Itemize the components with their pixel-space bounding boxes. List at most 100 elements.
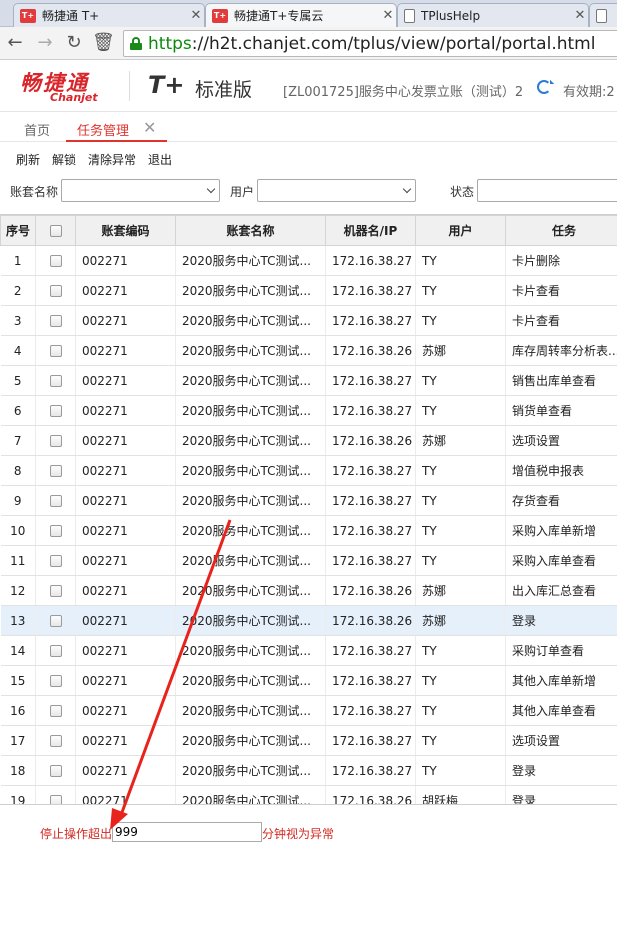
row-index-cell: 18 [0, 755, 36, 786]
checkbox[interactable] [49, 285, 62, 297]
user-cell: TY [415, 485, 506, 516]
row-checkbox-cell[interactable] [35, 575, 76, 606]
table-row[interactable]: 18 002271 2020服务中心TC测试... 172.16.38.27 TY 登录 [0, 755, 617, 786]
row-checkbox-cell[interactable] [35, 395, 76, 426]
trash-icon[interactable]: 🗑 [92, 32, 115, 54]
table-row[interactable]: 1 002271 2020服务中心TC测试... 172.16.38.27 TY 卡片删除 [0, 245, 617, 276]
table-row[interactable]: 5 002271 2020服务中心TC测试... 172.16.38.27 TY 销售出库… [0, 365, 617, 396]
table-row[interactable]: 13 002271 2020服务中心TC测试... 172.16.38.26 苏娜 登录 [0, 605, 617, 636]
row-checkbox-cell[interactable] [35, 605, 76, 636]
table-row[interactable]: 12 002271 2020服务中心TC测试... 172.16.38.26 苏娜 出入库… [0, 575, 617, 606]
exit-link[interactable]: 退出 [148, 151, 172, 168]
user-select[interactable] [257, 179, 416, 202]
table-row[interactable]: 10 002271 2020服务中心TC测试... 172.16.38.27 TY 采购入… [0, 515, 617, 546]
tab-task-management[interactable]: 任务管理 [77, 120, 129, 139]
checkbox[interactable] [49, 405, 62, 417]
table-row[interactable]: 15 002271 2020服务中心TC测试... 172.16.38.27 TY 其他入… [0, 665, 617, 696]
status-select[interactable] [477, 179, 617, 202]
table-row[interactable]: 14 002271 2020服务中心TC测试... 172.16.38.27 TY 采购订… [0, 635, 617, 666]
checkbox[interactable] [49, 735, 62, 747]
column-header-index[interactable]: 序号 [0, 215, 36, 246]
table-row[interactable]: 2 002271 2020服务中心TC测试... 172.16.38.27 TY 卡片查看 [0, 275, 617, 306]
checkbox[interactable] [49, 315, 62, 327]
reload-icon[interactable]: ↻ [63, 32, 85, 54]
table-row[interactable]: 7 002271 2020服务中心TC测试... 172.16.38.26 苏娜 选项设置 [0, 425, 617, 456]
row-checkbox-cell[interactable] [35, 785, 76, 804]
table-row[interactable]: 17 002271 2020服务中心TC测试... 172.16.38.27 TY 选项设… [0, 725, 617, 756]
row-checkbox-cell[interactable] [35, 725, 76, 756]
refresh-link[interactable]: 刷新 [16, 151, 40, 168]
unlock-link[interactable]: 解锁 [52, 151, 76, 168]
row-checkbox-cell[interactable] [35, 275, 76, 306]
checkbox[interactable] [49, 585, 62, 597]
forward-arrow-icon[interactable]: → [34, 32, 56, 54]
timeout-minutes-input[interactable] [112, 822, 262, 842]
checkbox[interactable] [49, 345, 62, 357]
browser-tab-3[interactable]: TPlusHelp ✕ [397, 3, 589, 27]
column-header-task[interactable]: 任务 [505, 215, 617, 246]
row-checkbox-cell[interactable] [35, 425, 76, 456]
row-checkbox-cell[interactable] [35, 305, 76, 336]
row-checkbox-cell[interactable] [35, 365, 76, 396]
browser-tab-4[interactable] [589, 3, 617, 27]
close-icon[interactable]: ✕ [572, 8, 588, 23]
account-code-cell: 002271 [75, 515, 176, 546]
column-header-account-code[interactable]: 账套编码 [75, 215, 176, 246]
address-bar[interactable]: https://h2t.chanjet.com/tplus/view/porta… [123, 30, 617, 57]
row-checkbox-cell[interactable] [35, 485, 76, 516]
checkbox[interactable] [49, 795, 62, 804]
checkbox[interactable] [49, 555, 62, 567]
checkbox[interactable] [49, 375, 62, 387]
checkbox[interactable] [49, 615, 62, 627]
browser-tab-2[interactable]: T+ 畅捷通T+专属云 ✕ [205, 3, 397, 27]
account-name-select[interactable] [61, 179, 220, 202]
back-arrow-icon[interactable]: ← [4, 32, 26, 54]
row-checkbox-cell[interactable] [35, 755, 76, 786]
row-checkbox-cell[interactable] [35, 545, 76, 576]
checkbox[interactable] [49, 435, 62, 447]
close-icon[interactable]: ✕ [143, 118, 156, 137]
table-row[interactable]: 4 002271 2020服务中心TC测试... 172.16.38.26 苏娜 库存周转… [0, 335, 617, 366]
clear-exception-link[interactable]: 清除异常 [88, 151, 136, 168]
checkbox[interactable] [49, 465, 62, 477]
task-cell: 存货查看 [505, 485, 617, 516]
row-checkbox-cell[interactable] [35, 515, 76, 546]
browser-tab-1[interactable]: T+ 畅捷通 T+ ✕ [13, 3, 205, 27]
row-checkbox-cell[interactable] [35, 665, 76, 696]
refresh-icon[interactable] [537, 80, 551, 94]
machine-ip-cell: 172.16.38.27 [325, 545, 416, 576]
table-row[interactable]: 6 002271 2020服务中心TC测试... 172.16.38.27 TY 销货单查… [0, 395, 617, 426]
table-row[interactable]: 9 002271 2020服务中心TC测试... 172.16.38.27 TY 存货查看 [0, 485, 617, 516]
table-row[interactable]: 8 002271 2020服务中心TC测试... 172.16.38.27 TY 增值税申… [0, 455, 617, 486]
column-header-account-name[interactable]: 账套名称 [175, 215, 326, 246]
row-checkbox-cell[interactable] [35, 455, 76, 486]
row-checkbox-cell[interactable] [35, 695, 76, 726]
account-name-cell: 2020服务中心TC测试... [175, 575, 326, 606]
chevron-down-icon [206, 184, 216, 194]
table-row[interactable]: 3 002271 2020服务中心TC测试... 172.16.38.27 TY 卡片查看 [0, 305, 617, 336]
checkbox[interactable] [49, 645, 62, 657]
row-checkbox-cell[interactable] [35, 245, 76, 276]
checkbox[interactable] [49, 705, 62, 717]
column-header-machine-ip[interactable]: 机器名/IP [325, 215, 416, 246]
close-icon[interactable]: ✕ [188, 8, 204, 23]
checkbox[interactable] [49, 225, 62, 237]
table-row[interactable]: 11 002271 2020服务中心TC测试... 172.16.38.27 TY 采购入… [0, 545, 617, 576]
column-header-select-all[interactable] [35, 215, 76, 246]
tab-home[interactable]: 首页 [24, 120, 50, 139]
table-body: 1 002271 2020服务中心TC测试... 172.16.38.27 TY 卡片删除… [0, 245, 617, 804]
row-checkbox-cell[interactable] [35, 335, 76, 366]
checkbox[interactable] [49, 255, 62, 267]
column-header-user[interactable]: 用户 [415, 215, 506, 246]
checkbox[interactable] [49, 675, 62, 687]
checkbox[interactable] [49, 525, 62, 537]
row-checkbox-cell[interactable] [35, 635, 76, 666]
account-name-cell: 2020服务中心TC测试... [175, 365, 326, 396]
checkbox[interactable] [49, 495, 62, 507]
close-icon[interactable]: ✕ [380, 8, 396, 23]
row-index-cell: 14 [0, 635, 36, 666]
table-row[interactable]: 19 002271 2020服务中心TC测试... 172.16.38.26 胡跃梅 登录 [0, 785, 617, 804]
user-cell: 苏娜 [415, 575, 506, 606]
checkbox[interactable] [49, 765, 62, 777]
table-row[interactable]: 16 002271 2020服务中心TC测试... 172.16.38.27 TY 其他入… [0, 695, 617, 726]
